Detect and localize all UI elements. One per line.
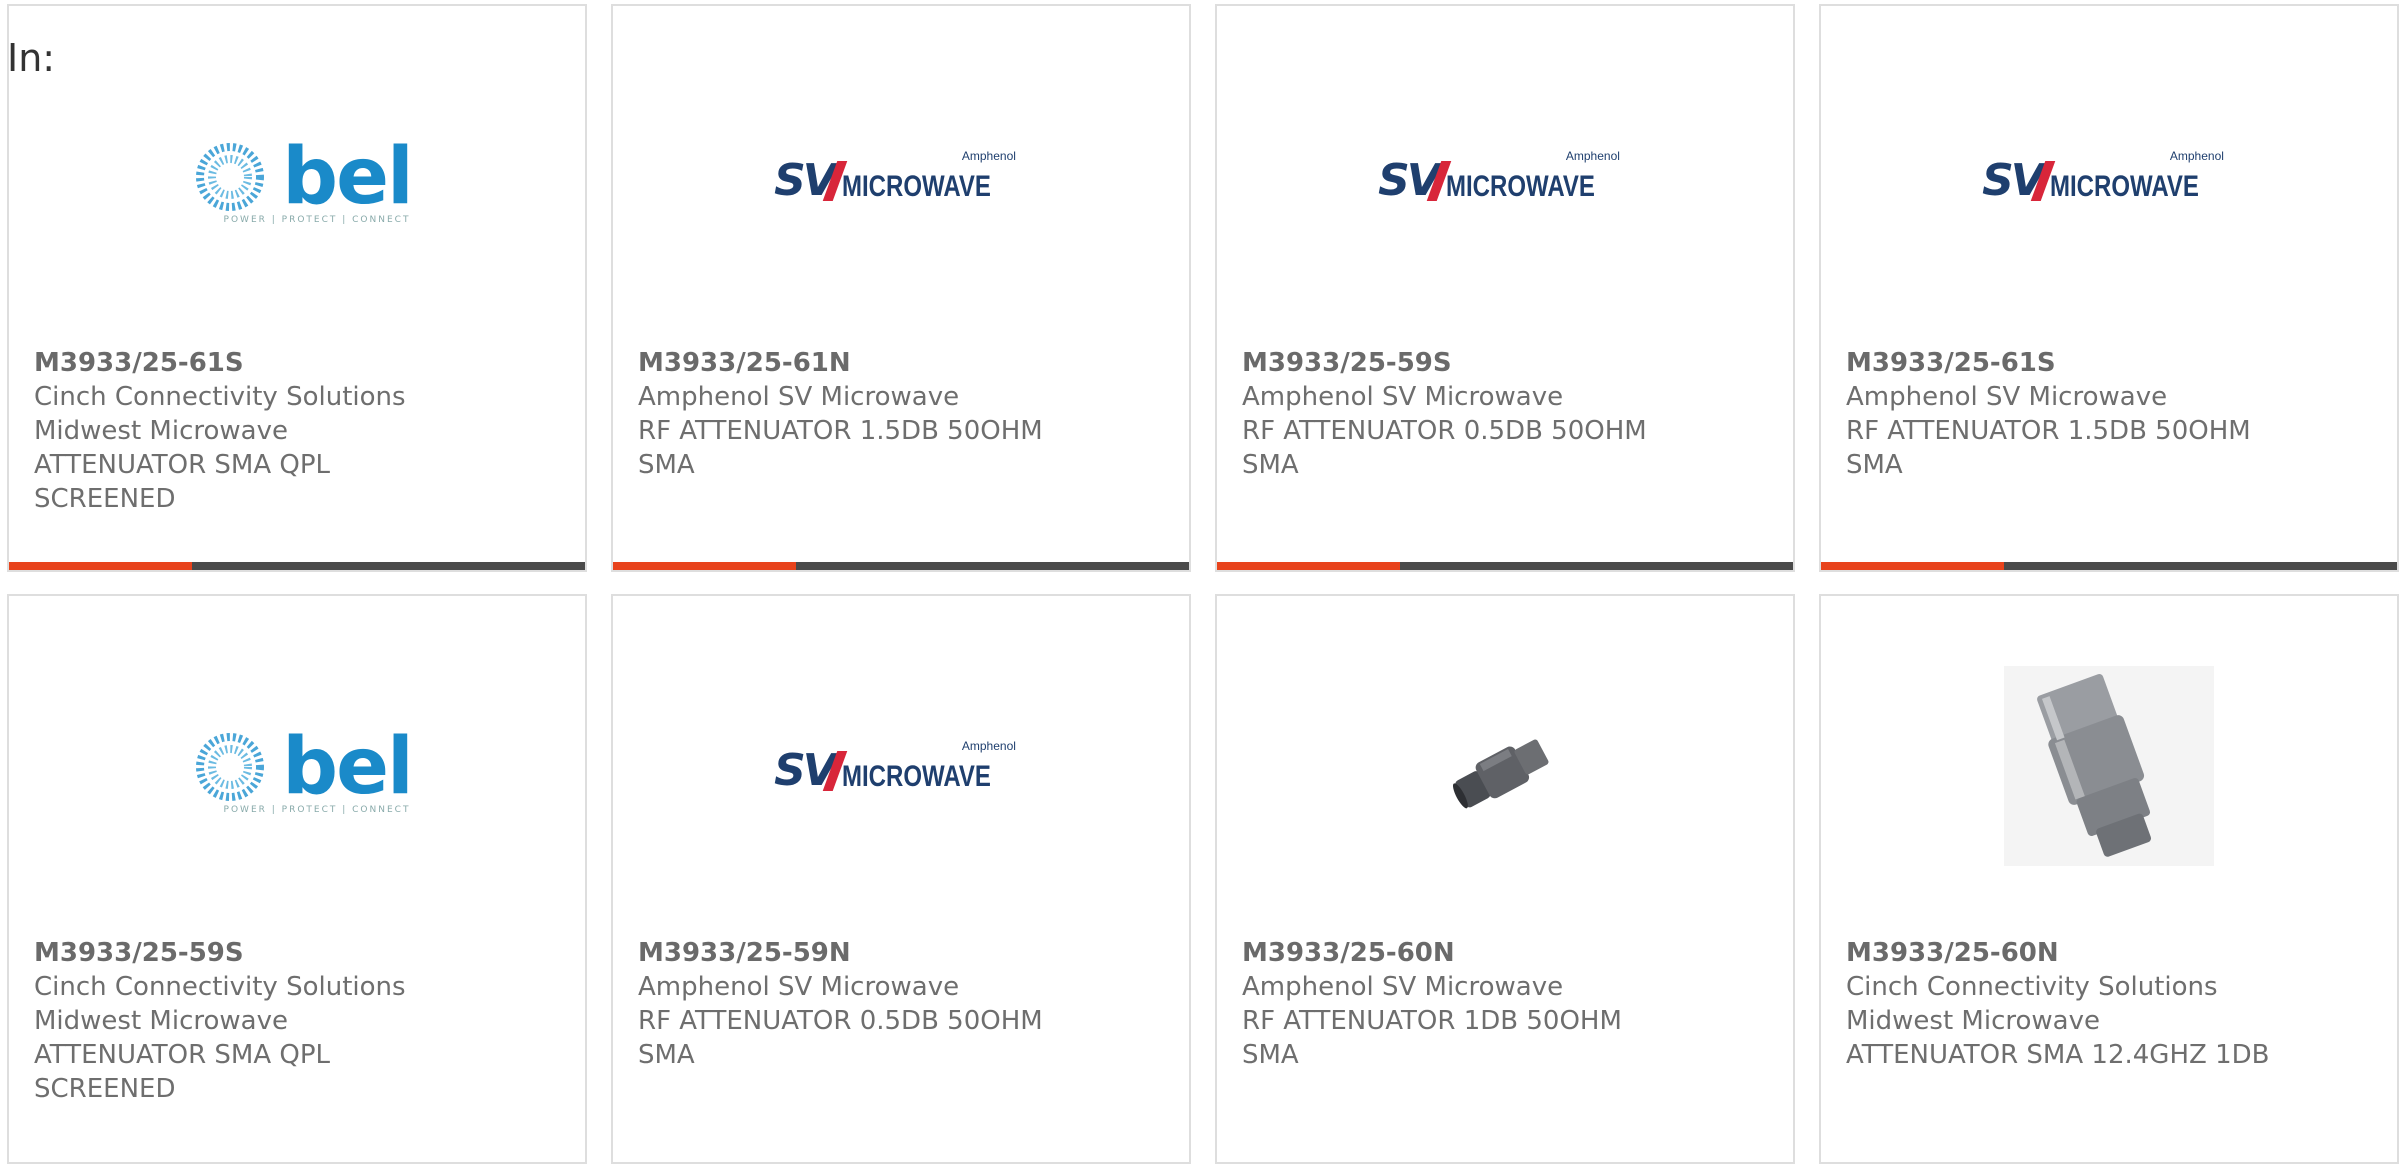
product-line: Amphenol SV Microwave: [638, 382, 960, 412]
product-card[interactable]: Amphenol SV MICROWAVE M3933/25-61S Amphe…: [1819, 4, 2399, 572]
sv-microwave-logo: Amphenol SV MICROWAVE: [1821, 126, 2397, 236]
product-card[interactable]: bel POWER | PROTECT | CONNECT M3933/25-6…: [7, 4, 587, 572]
product-line: RF ATTENUATOR 0.5DB 50OHM: [638, 1006, 1043, 1036]
card-bottom-bar: [1217, 562, 1793, 570]
product-line: ATTENUATOR SMA QPL: [34, 1040, 331, 1070]
card-accent: [9, 562, 192, 570]
bel-globe-icon: [196, 143, 265, 211]
sv-microwave-logo: Amphenol SV MICROWAVE: [613, 126, 1189, 236]
part-number[interactable]: M3933/25-59S: [1242, 346, 1773, 380]
product-card[interactable]: Amphenol SV MICROWAVE M3933/25-59N Amphe…: [611, 594, 1191, 1164]
product-info: M3933/25-59S Amphenol SV Microwave RF AT…: [1242, 346, 1773, 482]
attenuator-large-photo: [1821, 666, 2397, 866]
product-line: Amphenol SV Microwave: [1846, 382, 2168, 412]
product-grid: bel POWER | PROTECT | CONNECT M3933/25-6…: [7, 4, 2400, 1164]
amphenol-text: Amphenol: [961, 149, 1016, 163]
bel-logo: bel POWER | PROTECT | CONNECT: [9, 126, 585, 236]
amphenol-text: Amphenol: [961, 739, 1016, 753]
product-line: SCREENED: [34, 484, 176, 514]
product-line: Cinch Connectivity Solutions: [34, 382, 406, 412]
product-line: RF ATTENUATOR 0.5DB 50OHM: [1242, 416, 1647, 446]
product-line: RF ATTENUATOR 1.5DB 50OHM: [1846, 416, 2251, 446]
microwave-text: MICROWAVE: [2049, 170, 2199, 203]
product-line: SMA: [1242, 1040, 1299, 1070]
amphenol-text: Amphenol: [1565, 149, 1620, 163]
bel-wordmark: bel: [282, 132, 413, 222]
product-info: M3933/25-61S Amphenol SV Microwave RF AT…: [1846, 346, 2377, 482]
product-card[interactable]: Amphenol SV MICROWAVE M3933/25-59S Amphe…: [1215, 4, 1795, 572]
product-card[interactable]: M3933/25-60N Amphenol SV Microwave RF AT…: [1215, 594, 1795, 1164]
microwave-text: MICROWAVE: [841, 760, 991, 793]
microwave-text: MICROWAVE: [1445, 170, 1595, 203]
sv-microwave-logo: Amphenol SV MICROWAVE: [1217, 126, 1793, 236]
product-info: M3933/25-60N Cinch Connectivity Solution…: [1846, 936, 2377, 1072]
product-line: Amphenol SV Microwave: [1242, 382, 1564, 412]
part-number[interactable]: M3933/25-61S: [1846, 346, 2377, 380]
product-line: Midwest Microwave: [34, 416, 288, 446]
product-line: Midwest Microwave: [1846, 1006, 2100, 1036]
microwave-text: MICROWAVE: [841, 170, 991, 203]
part-number[interactable]: M3933/25-60N: [1846, 936, 2377, 970]
product-line: SMA: [638, 1040, 695, 1070]
product-card[interactable]: M3933/25-60N Cinch Connectivity Solution…: [1819, 594, 2399, 1164]
product-line: Cinch Connectivity Solutions: [34, 972, 406, 1002]
sv-microwave-logo: Amphenol SV MICROWAVE: [613, 716, 1189, 826]
part-number[interactable]: M3933/25-59S: [34, 936, 565, 970]
bel-tagline: POWER | PROTECT | CONNECT: [223, 215, 411, 225]
product-line: RF ATTENUATOR 1.5DB 50OHM: [638, 416, 1043, 446]
product-line: ATTENUATOR SMA QPL: [34, 450, 331, 480]
product-info: M3933/25-60N Amphenol SV Microwave RF AT…: [1242, 936, 1773, 1072]
product-line: SMA: [1242, 450, 1299, 480]
bel-logo: bel POWER | PROTECT | CONNECT: [9, 716, 585, 826]
product-info: M3933/25-61N Amphenol SV Microwave RF AT…: [638, 346, 1169, 482]
part-number[interactable]: M3933/25-60N: [1242, 936, 1773, 970]
part-number[interactable]: M3933/25-59N: [638, 936, 1169, 970]
product-line: Amphenol SV Microwave: [638, 972, 960, 1002]
bel-globe-icon: [196, 733, 265, 801]
product-info: M3933/25-61S Cinch Connectivity Solution…: [34, 346, 565, 516]
product-line: Midwest Microwave: [34, 1006, 288, 1036]
attenuator-image-icon: [1452, 739, 1549, 809]
product-line: RF ATTENUATOR 1DB 50OHM: [1242, 1006, 1622, 1036]
product-line: SCREENED: [34, 1074, 176, 1104]
product-line: Amphenol SV Microwave: [1242, 972, 1564, 1002]
card-accent: [1217, 562, 1400, 570]
product-line: Cinch Connectivity Solutions: [1846, 972, 2218, 1002]
card-bottom-bar: [613, 562, 1189, 570]
card-bottom-bar: [1821, 562, 2397, 570]
attenuator-image-icon: [2004, 666, 2214, 866]
in-label: In:: [7, 36, 56, 80]
amphenol-text: Amphenol: [2169, 149, 2224, 163]
card-bottom-bar: [9, 562, 585, 570]
product-info: M3933/25-59N Amphenol SV Microwave RF AT…: [638, 936, 1169, 1072]
product-line: SMA: [638, 450, 695, 480]
card-accent: [613, 562, 796, 570]
bel-tagline: POWER | PROTECT | CONNECT: [223, 805, 411, 815]
product-card[interactable]: bel POWER | PROTECT | CONNECT M3933/25-5…: [7, 594, 587, 1164]
part-number[interactable]: M3933/25-61S: [34, 346, 565, 380]
product-info: M3933/25-59S Cinch Connectivity Solution…: [34, 936, 565, 1106]
product-line: ATTENUATOR SMA 12.4GHZ 1DB: [1846, 1040, 2270, 1070]
bel-wordmark: bel: [282, 722, 413, 812]
card-accent: [1821, 562, 2004, 570]
part-number[interactable]: M3933/25-61N: [638, 346, 1169, 380]
product-card[interactable]: Amphenol SV MICROWAVE M3933/25-61N Amphe…: [611, 4, 1191, 572]
attenuator-small-photo: [1217, 716, 1793, 826]
product-line: SMA: [1846, 450, 1903, 480]
